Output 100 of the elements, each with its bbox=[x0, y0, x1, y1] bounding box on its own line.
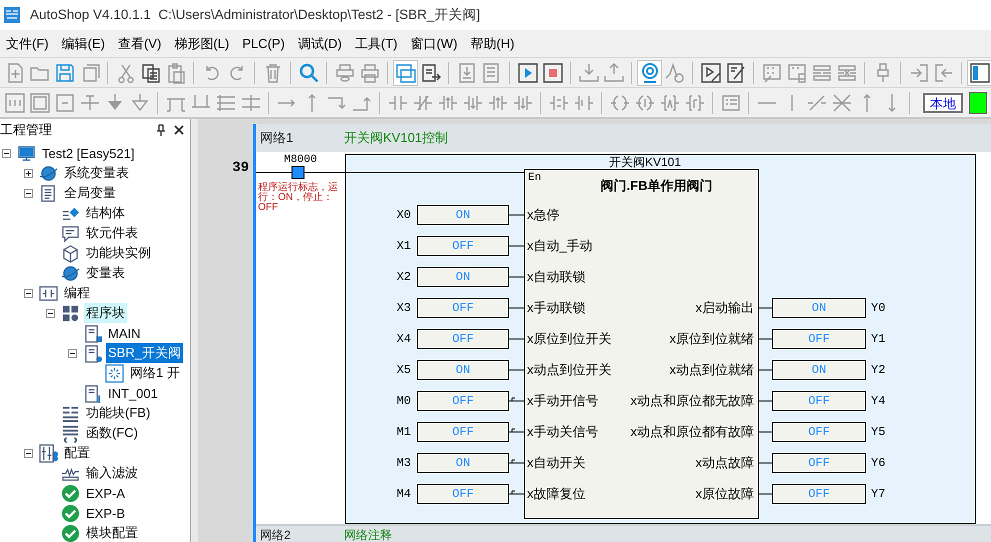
output-address: Y2 bbox=[871, 362, 886, 376]
network-icon bbox=[105, 364, 124, 382]
tree-item[interactable]: 输入滤波 bbox=[84, 463, 140, 483]
tree-item[interactable]: SBR_开关阀 bbox=[106, 343, 183, 363]
collapse-toggle[interactable] bbox=[68, 348, 77, 358]
tree-item[interactable]: 全局变量 bbox=[62, 183, 118, 203]
collapse-toggle[interactable] bbox=[2, 148, 11, 158]
output-pin: x动点和原位都有故障 bbox=[630, 422, 754, 440]
menu-item[interactable]: 查看(V) bbox=[112, 34, 168, 52]
tree-item[interactable]: 程序块 bbox=[84, 303, 127, 323]
wave-clock-icon[interactable] bbox=[664, 62, 686, 84]
input-address: X4 bbox=[396, 332, 411, 346]
output-address: Y5 bbox=[871, 424, 886, 438]
grid-arrow-icon[interactable] bbox=[760, 62, 782, 84]
search-icon[interactable] bbox=[298, 62, 320, 84]
output-pin: x动点和原位都无故障 bbox=[630, 392, 754, 410]
input-pin: x动点到位开关 bbox=[527, 360, 612, 378]
document-icon bbox=[83, 324, 102, 342]
input-address: X5 bbox=[396, 362, 411, 376]
run-icon[interactable] bbox=[516, 62, 538, 84]
network-label: 网络2 bbox=[260, 527, 292, 542]
close-icon[interactable] bbox=[174, 125, 184, 135]
collapse-toggle[interactable] bbox=[24, 288, 33, 298]
logout-icon[interactable] bbox=[932, 62, 954, 84]
print-preview-icon[interactable] bbox=[334, 62, 356, 84]
menu-item[interactable]: 梯形图(L) bbox=[168, 34, 236, 52]
tree-item[interactable]: EXP-A bbox=[84, 484, 128, 502]
tree-item[interactable]: 结构体 bbox=[84, 203, 127, 223]
tree-item[interactable]: 模块配置 bbox=[84, 523, 140, 542]
document-icon bbox=[39, 184, 58, 202]
box-icon[interactable] bbox=[54, 92, 76, 114]
tree-item[interactable]: 系统变量表 bbox=[62, 163, 131, 183]
input-address: M4 bbox=[396, 486, 411, 500]
export-icon[interactable] bbox=[420, 62, 442, 84]
input-address: M0 bbox=[396, 394, 411, 408]
grid-trash-icon[interactable] bbox=[786, 62, 808, 84]
output-address: Y0 bbox=[871, 300, 886, 314]
tree-item[interactable]: 函数(FC) bbox=[84, 423, 140, 443]
tree-item[interactable]: 功能块(FB) bbox=[84, 403, 152, 423]
tree-item[interactable]: 配置 bbox=[62, 443, 92, 463]
monitor-icon bbox=[17, 144, 36, 162]
location-button[interactable]: 本地 bbox=[923, 92, 963, 112]
menu-item[interactable]: 编辑(E) bbox=[56, 34, 112, 52]
menu-item[interactable]: 调试(D) bbox=[292, 34, 349, 52]
contact-symbol[interactable] bbox=[256, 166, 345, 179]
splitter[interactable] bbox=[190, 119, 198, 542]
input-address: M3 bbox=[396, 456, 411, 470]
collapse-toggle[interactable] bbox=[24, 448, 33, 458]
input-pin: x急停 bbox=[527, 206, 560, 224]
output-address: Y4 bbox=[871, 394, 886, 408]
network-header[interactable]: 网络1 开关阀KV101控制 bbox=[256, 124, 991, 152]
contact-address: M8000 bbox=[282, 154, 318, 166]
menu-item[interactable]: 帮助(H) bbox=[464, 34, 522, 52]
document-icon bbox=[83, 384, 102, 402]
blocks-icon bbox=[61, 304, 80, 322]
printer-icon[interactable] bbox=[358, 62, 380, 84]
cross-icon[interactable] bbox=[830, 92, 852, 114]
block-type: 阀门.FB单作用阀门 bbox=[600, 177, 712, 195]
stop-icon[interactable] bbox=[542, 62, 564, 84]
output-pin: x动点到位就绪 bbox=[670, 360, 754, 378]
menu-item[interactable]: PLC(P) bbox=[236, 36, 292, 51]
sliders-icon bbox=[39, 444, 58, 462]
input-pin: x原位到位开关 bbox=[527, 330, 612, 348]
contact-box-icon bbox=[39, 284, 58, 302]
ladder-box-icon[interactable] bbox=[4, 92, 26, 114]
output-pin: x原位到位就绪 bbox=[670, 330, 754, 348]
menu-item[interactable]: 窗口(W) bbox=[404, 34, 464, 52]
collapse-toggle[interactable] bbox=[46, 308, 55, 318]
enable-pin: En bbox=[528, 172, 542, 184]
tree-item[interactable]: EXP-B bbox=[84, 504, 128, 522]
input-pin: x手动开信号 bbox=[527, 392, 598, 410]
collapse-toggle[interactable] bbox=[24, 188, 33, 198]
play-pencil-icon[interactable] bbox=[700, 62, 722, 84]
tree-item[interactable]: MAIN bbox=[106, 324, 142, 342]
tree-item[interactable]: 网络1 开 bbox=[128, 363, 182, 383]
tree-item[interactable]: Test2 [Easy521] bbox=[40, 144, 136, 162]
tree-item[interactable]: 功能块实例 bbox=[84, 243, 153, 263]
edit-document-icon[interactable] bbox=[724, 62, 746, 84]
save-icon[interactable] bbox=[54, 62, 76, 84]
download-icon[interactable] bbox=[578, 62, 600, 84]
output-address: Y1 bbox=[871, 332, 886, 346]
menu-item[interactable]: 工具(T) bbox=[348, 34, 404, 52]
row-number: 39 bbox=[232, 160, 250, 176]
input-pin: x自动联锁 bbox=[527, 268, 586, 286]
input-address: X3 bbox=[396, 300, 411, 314]
copy-icon[interactable] bbox=[140, 62, 162, 84]
tree-item[interactable]: INT_001 bbox=[106, 384, 160, 402]
input-address: X2 bbox=[396, 270, 411, 284]
tree-item[interactable]: 软元件表 bbox=[84, 223, 140, 243]
tree-item[interactable]: 编程 bbox=[62, 283, 92, 303]
upload-icon[interactable] bbox=[602, 62, 624, 84]
function-block[interactable] bbox=[524, 169, 759, 519]
output-address: Y6 bbox=[871, 456, 886, 470]
list-icon bbox=[61, 424, 80, 442]
expand-toggle[interactable] bbox=[24, 168, 33, 178]
network-header[interactable]: 网络2 网络注释 bbox=[256, 524, 991, 542]
pin-icon[interactable] bbox=[156, 124, 166, 136]
tree-item[interactable]: 变量表 bbox=[84, 263, 127, 283]
menu-item[interactable]: 文件(F) bbox=[0, 34, 56, 52]
double-box-icon[interactable] bbox=[28, 92, 50, 114]
